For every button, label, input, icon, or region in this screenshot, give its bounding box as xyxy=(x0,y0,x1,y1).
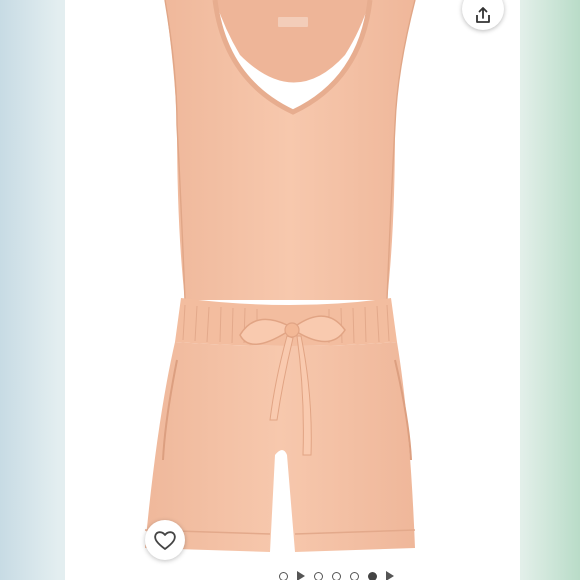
carousel-dot[interactable] xyxy=(314,571,323,580)
listing-card xyxy=(65,0,520,580)
image-carousel-pager xyxy=(279,569,394,580)
product-image[interactable] xyxy=(65,0,520,568)
carousel-dot[interactable] xyxy=(332,571,341,580)
like-button[interactable] xyxy=(145,520,185,560)
carousel-video-icon[interactable] xyxy=(386,571,394,580)
carousel-dot[interactable] xyxy=(279,571,288,580)
carousel-video-icon[interactable] xyxy=(297,571,305,580)
share-icon xyxy=(476,7,490,23)
heart-icon xyxy=(154,531,176,550)
carousel-dot-active[interactable] xyxy=(368,571,377,580)
carousel-dot[interactable] xyxy=(350,571,359,580)
